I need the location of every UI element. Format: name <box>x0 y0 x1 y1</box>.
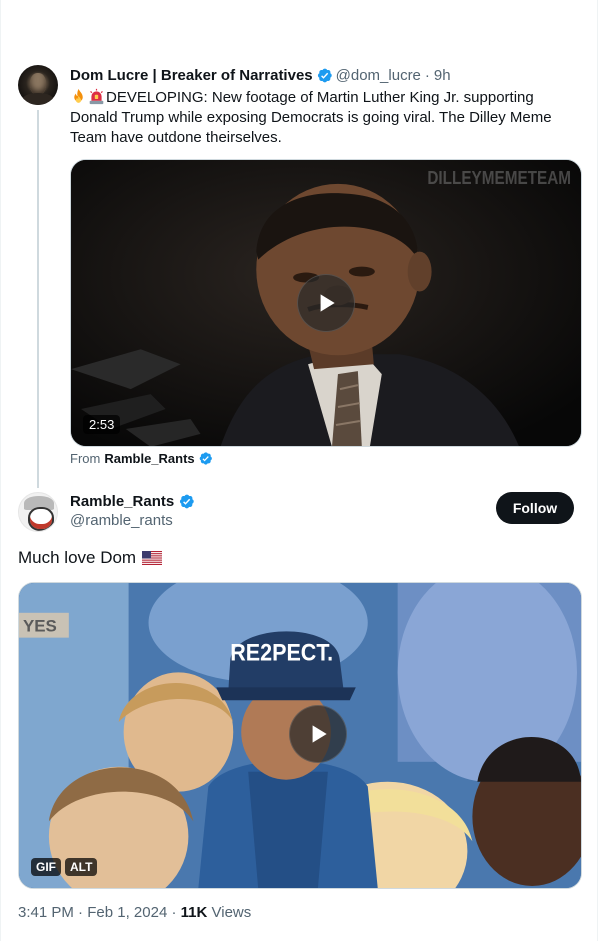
reply-tweet-meta: 3:41 PM · Feb 1, 2024 · 11K Views <box>18 904 251 921</box>
meta-separator: · <box>78 904 84 921</box>
mlk-video-player[interactable]: DILLEYMEMETEAM 2:53 <box>70 159 582 447</box>
header-separator: · <box>424 66 430 84</box>
reply-display-name[interactable]: Ramble_Rants <box>70 493 174 510</box>
gif-cap-text: RE2PECT. <box>230 638 333 665</box>
video-play-button[interactable] <box>297 274 355 332</box>
dom-lucre-avatar[interactable] <box>18 65 58 105</box>
parent-timestamp[interactable]: 9h <box>434 67 451 84</box>
verified-badge-icon <box>199 452 212 465</box>
verified-badge-icon[interactable] <box>178 493 195 510</box>
play-icon <box>312 725 327 743</box>
video-duration: 2:53 <box>83 415 121 434</box>
fire-emoji-icon <box>74 88 83 103</box>
play-icon <box>320 294 335 312</box>
from-prefix: From <box>70 451 101 466</box>
alt-text-badge[interactable]: ALT <box>65 858 98 876</box>
reply-handle[interactable]: @ramble_rants <box>70 512 173 529</box>
respect-gif-player[interactable]: YES RE2PECT. GIF ALT <box>18 582 582 889</box>
from-user-link[interactable]: Ramble_Rants <box>104 451 194 466</box>
siren-emoji-icon <box>89 88 104 105</box>
thread-connector-line <box>37 110 39 488</box>
reply-date[interactable]: Feb 1, 2024 <box>87 904 167 921</box>
reply-tweet-body: Much love Dom <box>18 548 137 567</box>
parent-tweet-header: Dom Lucre | Breaker of Narratives @dom_l… <box>70 64 451 86</box>
reply-author-name: Ramble_Rants <box>70 490 198 512</box>
ramble-rants-avatar[interactable] <box>18 492 58 532</box>
video-watermark: DILLEYMEMETEAM <box>427 168 571 188</box>
views-label: Views <box>211 904 252 921</box>
gif-play-button[interactable] <box>289 705 347 763</box>
verified-badge-icon[interactable] <box>316 67 333 84</box>
views-count: 11K <box>180 904 208 921</box>
gif-sign-text: YES <box>23 617 57 636</box>
gif-badge: GIF <box>31 858 61 876</box>
gif-badges: GIF ALT <box>31 858 98 876</box>
meta-separator: · <box>171 904 177 921</box>
video-source-attribution: From Ramble_Rants <box>70 451 216 466</box>
tweet-thread-page: Dom Lucre | Breaker of Narratives @dom_l… <box>0 0 598 941</box>
parent-handle[interactable]: @dom_lucre <box>336 67 421 84</box>
parent-display-name[interactable]: Dom Lucre | Breaker of Narratives <box>70 67 313 84</box>
follow-button[interactable]: Follow <box>496 492 574 524</box>
parent-tweet-body: DEVELOPING: New footage of Martin Luther… <box>70 89 552 146</box>
reply-tweet-text: Much love Dom <box>18 546 163 570</box>
reply-time[interactable]: 3:41 PM <box>18 904 74 921</box>
parent-tweet-text: DEVELOPING: New footage of Martin Luther… <box>70 88 575 148</box>
us-flag-emoji-icon <box>142 551 163 565</box>
